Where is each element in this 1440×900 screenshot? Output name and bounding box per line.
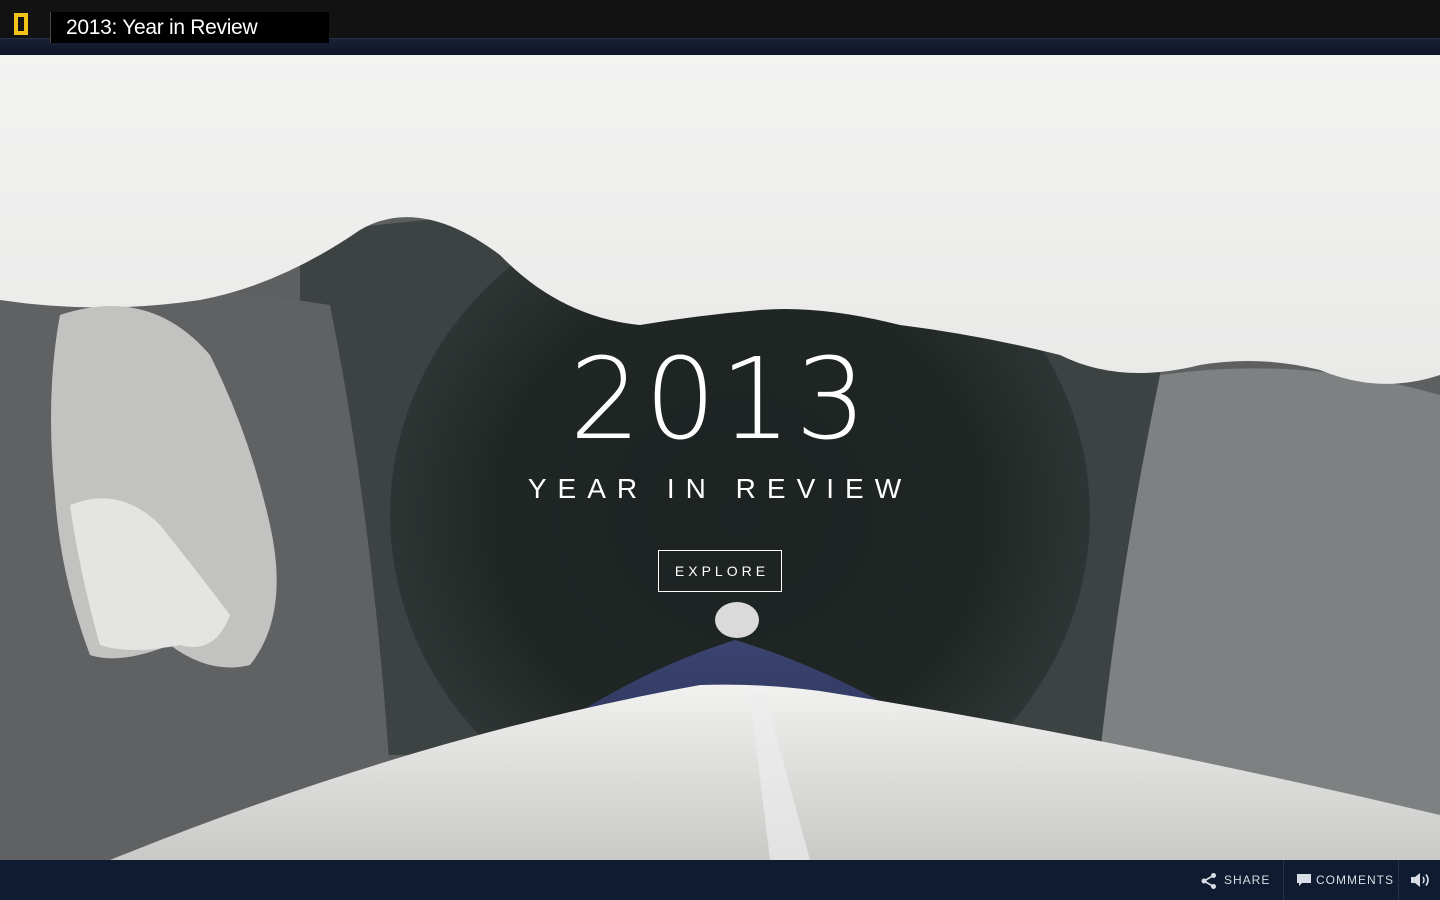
national-geographic-logo[interactable] [14, 13, 28, 35]
hero-year: 2013 [569, 335, 871, 465]
share-icon [1201, 873, 1216, 889]
share-button[interactable]: SHARE [1196, 860, 1282, 900]
speaker-icon [1411, 873, 1429, 887]
hero-video: 2013 YEAR IN REVIEW EXPLORE [0, 55, 1440, 860]
share-label: SHARE [1224, 873, 1271, 887]
top-bar: 2013: Year in Review [0, 0, 1440, 56]
footer-bar: SHARE COMMENTS [0, 860, 1440, 900]
page-title-box: 2013: Year in Review [50, 12, 329, 43]
comments-button[interactable]: COMMENTS [1283, 860, 1399, 900]
comment-icon [1297, 874, 1311, 886]
comments-label: COMMENTS [1316, 873, 1394, 887]
page-title: 2013: Year in Review [66, 16, 258, 39]
hero-subtitle: YEAR IN REVIEW [527, 473, 913, 504]
sound-toggle-button[interactable] [1398, 860, 1440, 900]
explore-button[interactable]: EXPLORE [658, 550, 782, 592]
